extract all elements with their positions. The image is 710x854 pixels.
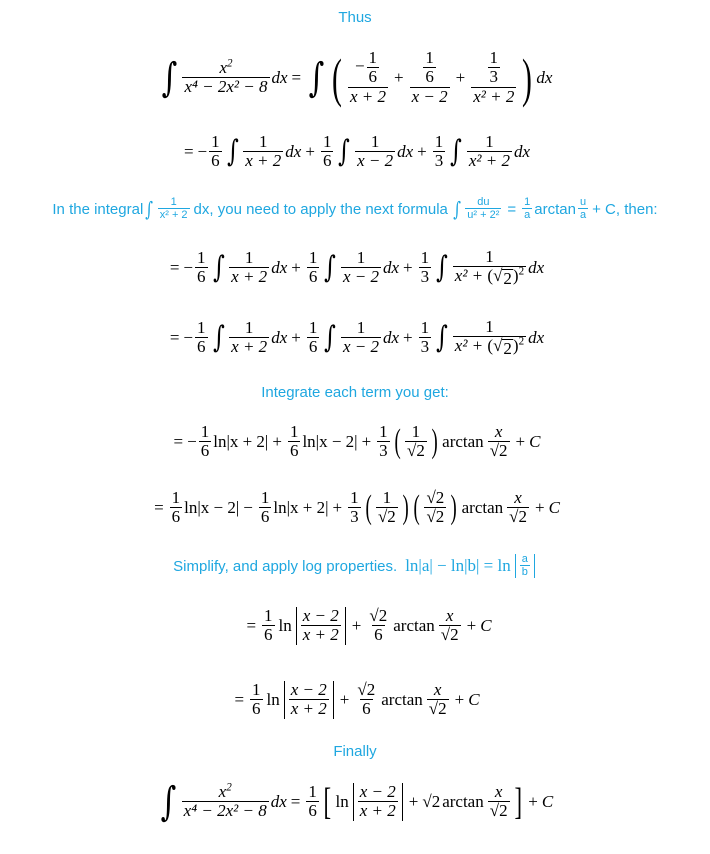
math-expression: = − 16 ln|x + 2| + 16 ln|x − 2| + 13 ( 1 √…	[173, 422, 541, 461]
fraction: x2 x⁴ − 2x² − 8	[182, 57, 270, 97]
note-simplify: Simplify, and apply log properties. ln|a…	[0, 550, 710, 582]
integral-sign: ∫	[145, 197, 154, 221]
equation-partial-fractions: ∫ x2 x⁴ − 2x² − 8 dx = ∫ ( −1 6 x + 2 + 1…	[0, 36, 710, 120]
equation-final-result: ∫ x2 x⁴ − 2x² − 8 dx = 16 [ ln x − 2x + 2…	[0, 770, 710, 834]
note-thus-text: Thus	[338, 8, 372, 26]
integral-sign: ∫	[436, 320, 448, 355]
equation-simplified-1: = 16 ln x − 2x + 2 + √2 6 arctan x √2 + C	[0, 596, 710, 656]
math-expression: ∫ x2 x⁴ − 2x² − 8 dx = ∫ ( −1 6 x + 2 + 1…	[161, 48, 553, 108]
fraction: −1 6 x + 2	[347, 48, 388, 106]
integral-sign: ∫	[453, 197, 461, 221]
integral-sign: ∫	[324, 250, 337, 285]
integral-sign: ∫	[161, 55, 177, 101]
math-expression: = 16 ln|x − 2| − 16 ln|x + 2| + 13 ( 1 √2…	[154, 488, 560, 527]
math-expression: = − 16 ∫ 1x + 2 dx + 16 ∫ 1x − 2 dx + 13 ∫ …	[183, 132, 531, 171]
equation-sqrt-form-1: = − 16 ∫ 1x + 2 dx + 16 ∫ 1x − 2 dx + 13 ∫ …	[0, 236, 710, 300]
integral-sign: ∫	[160, 779, 177, 825]
integral-sign: ∫	[324, 320, 337, 355]
equation-simplified-2: = 16 ln x − 2x + 2 + √2 6 arctan x √2 + C	[0, 670, 710, 730]
integral-sign: ∫	[212, 320, 225, 355]
equation-rearranged: = 16 ln|x − 2| − 16 ln|x + 2| + 13 ( 1 √2…	[0, 478, 710, 538]
fraction: 13 x² + 2	[471, 48, 517, 106]
integral-sign: ∫	[338, 134, 351, 169]
integral-sign: ∫	[308, 55, 325, 101]
note-apply-formula: In the integral ∫ 1 x² + 2 dx, you need t…	[52, 195, 658, 222]
fraction: 16 x − 2	[409, 48, 450, 106]
integral-sign: ∫	[450, 134, 462, 169]
math-expression: ∫ x2 x⁴ − 2x² − 8 dx = 16 [ ln x − 2x + 2…	[160, 779, 554, 825]
math-expression: = 16 ln x − 2x + 2 + √2 6 arctan x √2 + C	[246, 606, 492, 645]
equation-split-integrals: = − 16 ∫ 1x + 2 dx + 16 ∫ 1x − 2 dx + 13 ∫ …	[0, 124, 710, 180]
note-finally: Finally	[333, 742, 377, 760]
equation-integrated: = − 16 ln|x + 2| + 16 ln|x − 2| + 13 ( 1 √…	[0, 412, 710, 472]
math-expression: = 16 ln x − 2x + 2 + √2 6 arctan x √2 + C	[234, 680, 480, 719]
note-integrate-each: Integrate each term you get:	[261, 383, 449, 401]
note-thus: Thus	[0, 6, 710, 28]
math-expression: = − 16 ∫ 1x + 2 dx + 16 ∫ 1x − 2 dx + 13 ∫ …	[169, 246, 545, 288]
integral-sign: ∫	[436, 250, 448, 285]
math-expression: = − 16 ∫ 1x + 2 dx + 16 ∫ 1x − 2 dx + 13 ∫ …	[169, 316, 545, 358]
integral-sign: ∫	[226, 134, 239, 169]
equation-sqrt-form-2: = − 16 ∫ 1x + 2 dx + 16 ∫ 1x − 2 dx + 13 ∫ …	[0, 306, 710, 370]
integral-sign: ∫	[212, 250, 225, 285]
